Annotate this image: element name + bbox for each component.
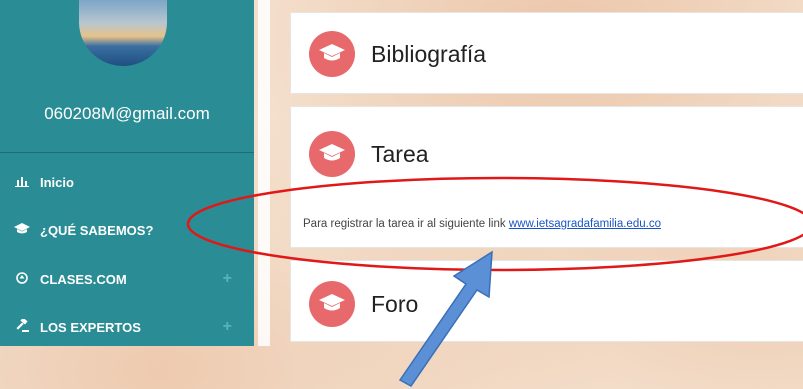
graduation-cap-icon: [12, 222, 32, 238]
sidebar-divider: [0, 152, 254, 153]
sidebar-item-label: ¿QUÉ SABEMOS?: [40, 222, 154, 238]
sidebar: 060208M@gmail.com Inicio ¿QUÉ SABEMOS? C…: [0, 0, 254, 346]
sidebar-item-label: CLASES.COM: [40, 271, 127, 287]
card-bibliografia[interactable]: Bibliografía: [290, 12, 803, 94]
card-tarea[interactable]: Tarea Para registrar la tarea ir al sigu…: [290, 106, 803, 248]
user-email: 060208M@gmail.com: [44, 104, 210, 123]
card-title: Tarea: [371, 140, 429, 167]
card-header: Foro: [309, 281, 418, 327]
graduation-cap-icon: [309, 31, 355, 77]
graduation-cap-icon: [309, 131, 355, 177]
sidebar-item-clases[interactable]: CLASES.COM +: [0, 265, 254, 293]
expand-plus-icon[interactable]: +: [223, 318, 232, 336]
card-header: Bibliografía: [309, 31, 486, 77]
sidebar-item-que-sabemos[interactable]: ¿QUÉ SABEMOS?: [0, 216, 254, 244]
card-title: Bibliografía: [371, 40, 487, 67]
bar-chart-icon: [12, 175, 32, 190]
expand-plus-icon[interactable]: +: [223, 270, 232, 288]
tarea-link[interactable]: www.ietsagradafamilia.edu.co: [509, 218, 661, 230]
card-foro[interactable]: Foro: [290, 260, 803, 342]
card-title: Foro: [371, 290, 419, 317]
card-header: Tarea: [309, 131, 429, 177]
sidebar-item-label: LOS EXPERTOS: [40, 319, 141, 335]
tarea-text: Para registrar la tarea ir al siguiente …: [303, 218, 509, 230]
sidebar-item-label: Inicio: [40, 174, 74, 190]
circle-arrow-icon: [12, 271, 32, 287]
gavel-icon: [12, 317, 32, 335]
panel-separator: [258, 0, 270, 346]
tarea-instructions: Para registrar la tarea ir al siguiente …: [303, 218, 661, 230]
graduation-cap-icon: [309, 281, 355, 327]
avatar: [79, 0, 167, 66]
sidebar-item-expertos[interactable]: LOS EXPERTOS +: [0, 313, 254, 341]
sidebar-item-inicio[interactable]: Inicio: [0, 168, 254, 196]
